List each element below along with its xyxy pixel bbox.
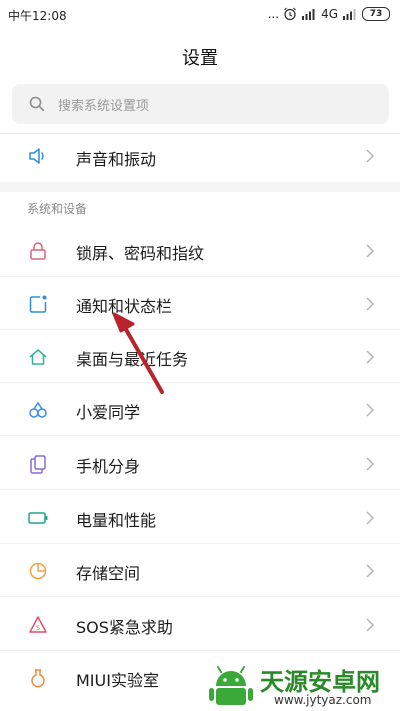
- storage-pie-icon: [29, 562, 47, 580]
- signal-icon-2: [343, 9, 356, 20]
- status-indicators: ... 4G 73: [268, 6, 390, 22]
- settings-item-notifications[interactable]: 通知和状态栏: [0, 277, 400, 330]
- chevron-right-icon: [366, 457, 375, 471]
- chevron-right-icon: [366, 149, 375, 163]
- status-time: 中午12:08: [8, 9, 67, 23]
- lock-icon: [30, 242, 46, 260]
- page-title: 设置: [182, 48, 218, 69]
- settings-item-sound[interactable]: 声音和振动: [0, 130, 400, 182]
- sos-icon: S: [29, 616, 47, 633]
- speaker-icon: [29, 148, 44, 164]
- settings-item-lockscreen[interactable]: 锁屏、密码和指纹: [0, 224, 400, 277]
- settings-item-label: 小爱同学: [76, 403, 141, 422]
- watermark-title: 天源安卓网: [260, 668, 380, 696]
- settings-item-battery[interactable]: 电量和性能: [0, 491, 400, 544]
- settings-item-label: SOS紧急求助: [76, 618, 173, 637]
- settings-item-xiaoai[interactable]: 小爱同学: [0, 383, 400, 436]
- settings-item-sos[interactable]: S SOS紧急求助: [0, 598, 400, 651]
- chevron-right-icon: [366, 511, 375, 525]
- section-gap: [0, 182, 400, 192]
- more-notifications-icon: ...: [267, 7, 280, 21]
- watermark-logo: 天源安卓网 www.jytyaz.com: [204, 660, 400, 710]
- settings-item-label: 声音和振动: [76, 150, 157, 169]
- settings-item-label: 电量和性能: [76, 511, 157, 530]
- chevron-right-icon: [366, 244, 375, 258]
- network-type: 4G: [321, 7, 338, 21]
- settings-item-label: 桌面与最近任务: [76, 350, 189, 369]
- chevron-right-icon: [366, 564, 375, 578]
- battery-icon: [28, 512, 48, 524]
- android-logo-icon: [209, 666, 253, 705]
- search-placeholder: 搜索系统设置项: [58, 99, 150, 114]
- alarm-icon: [284, 7, 296, 21]
- search-icon: [29, 96, 45, 112]
- chevron-right-icon: [366, 297, 375, 311]
- notification-icon: [29, 295, 47, 313]
- signal-icon: [302, 9, 315, 20]
- battery-indicator: 73: [362, 7, 390, 21]
- chevron-right-icon: [366, 350, 375, 364]
- chevron-right-icon: [366, 618, 375, 632]
- watermark-url: www.jytyaz.com: [274, 693, 372, 707]
- settings-item-label: 手机分身: [76, 457, 141, 476]
- clone-icon: [30, 455, 46, 474]
- settings-item-storage[interactable]: 存储空间: [0, 544, 400, 597]
- settings-item-home-screen[interactable]: 桌面与最近任务: [0, 330, 400, 383]
- home-icon: [29, 349, 47, 365]
- section-header: 系统和设备: [27, 202, 88, 216]
- flask-icon: [31, 669, 45, 688]
- status-bar: 中午12:08 ... 4G 73: [0, 0, 400, 28]
- settings-item-label: 存储空间: [76, 564, 141, 583]
- settings-item-label: 锁屏、密码和指纹: [76, 244, 205, 263]
- settings-item-label: MIUI实验室: [76, 671, 159, 690]
- xiaoai-icon: [29, 401, 47, 418]
- svg-text:S: S: [36, 625, 40, 632]
- settings-item-second-space[interactable]: 手机分身: [0, 437, 400, 490]
- search-input[interactable]: 搜索系统设置项: [12, 84, 389, 124]
- settings-item-label: 通知和状态栏: [76, 297, 173, 316]
- chevron-right-icon: [366, 403, 375, 417]
